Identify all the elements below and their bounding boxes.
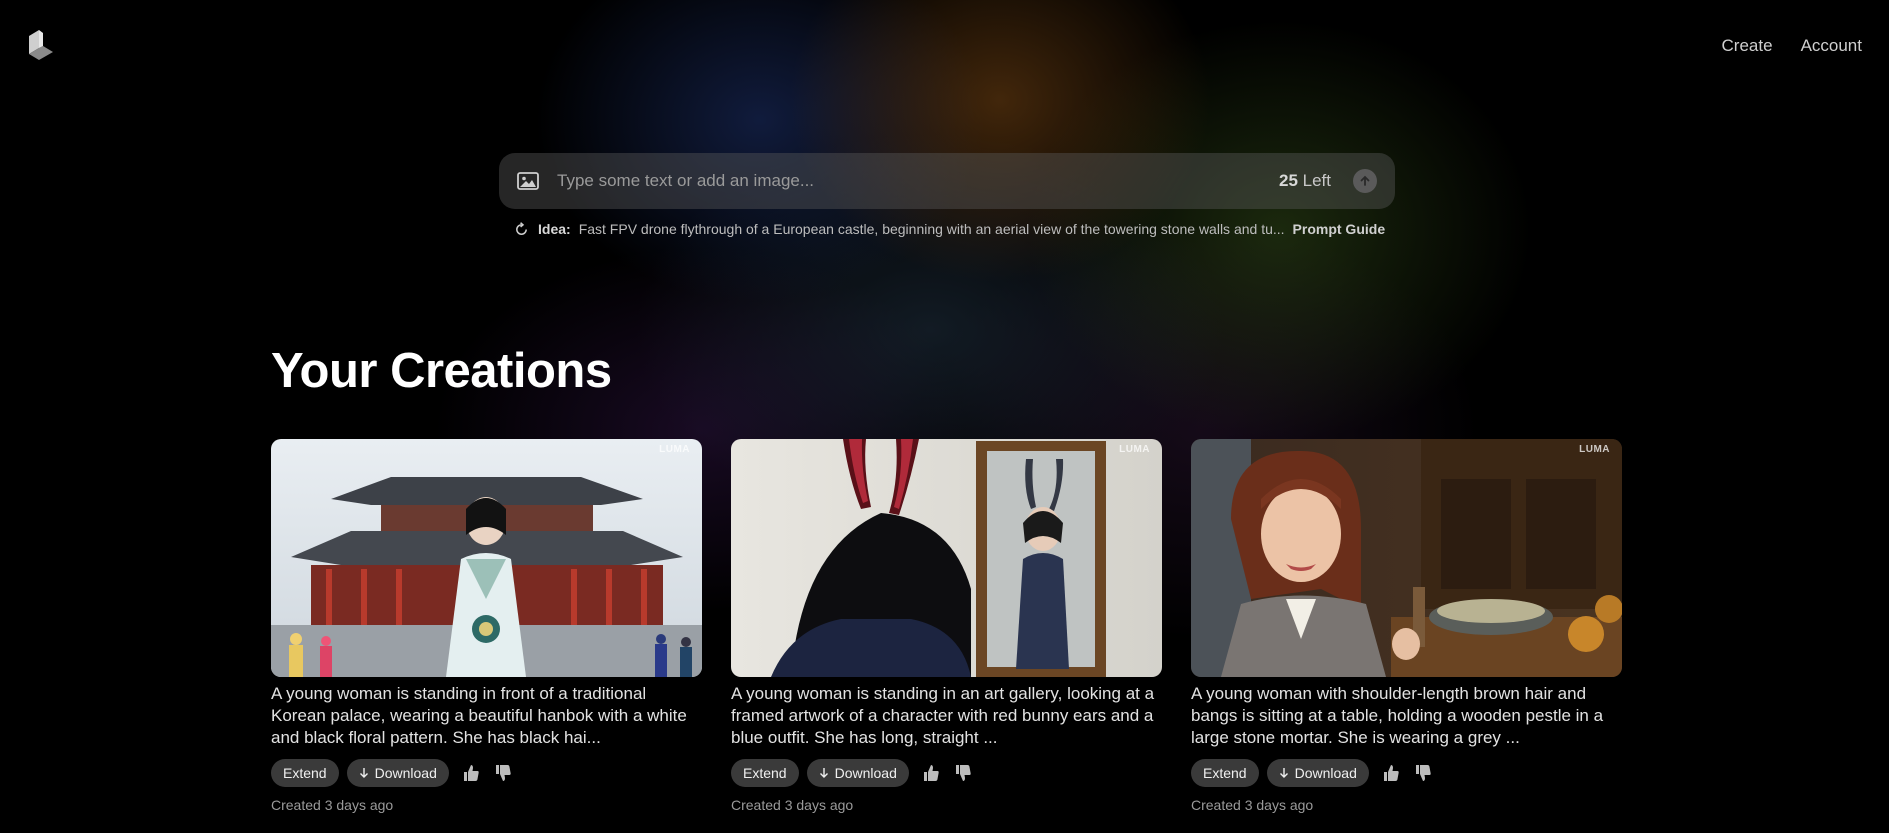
idea-label: Idea:	[538, 221, 571, 237]
kitchen-scene-image	[1191, 439, 1622, 677]
video-thumbnail[interactable]: LUMA	[1191, 439, 1622, 677]
extend-button[interactable]: Extend	[1191, 759, 1259, 787]
creation-caption: A young woman with shoulder-length brown…	[1191, 684, 1604, 747]
prompt-bar: 25 Left	[499, 153, 1395, 209]
idea-row: Idea: Fast FPV drone flythrough of a Eur…	[514, 221, 1394, 237]
creation-card: LUMA A young woman is standing in front …	[271, 439, 702, 813]
thumbs-up-icon[interactable]	[921, 763, 941, 783]
video-thumbnail[interactable]: LUMA	[731, 439, 1162, 677]
creations-grid: LUMA A young woman is standing in front …	[271, 439, 1622, 813]
nav-account-link[interactable]: Account	[1801, 36, 1862, 56]
creation-card: LUMA A young woman with shoulder-length …	[1191, 439, 1622, 813]
creation-actions: Extend Download	[731, 759, 1162, 787]
thumbs-down-icon[interactable]	[1413, 763, 1433, 783]
luma-watermark: LUMA	[1579, 444, 1610, 455]
extend-button[interactable]: Extend	[731, 759, 799, 787]
extend-button[interactable]: Extend	[271, 759, 339, 787]
submit-button[interactable]	[1353, 169, 1377, 193]
refresh-icon[interactable]	[514, 221, 529, 237]
image-icon[interactable]	[517, 172, 539, 190]
download-button[interactable]: Download	[346, 759, 449, 787]
page-title: Your Creations	[271, 344, 612, 398]
luma-watermark: LUMA	[1119, 444, 1150, 455]
thumbs-up-icon[interactable]	[461, 763, 481, 783]
palace-scene-image	[271, 439, 702, 677]
credits-remaining: 25 Left	[1279, 171, 1331, 191]
creation-actions: Extend Download	[1191, 759, 1622, 787]
creation-actions: Extend Download	[271, 759, 702, 787]
arrow-down-icon	[1279, 768, 1288, 778]
creation-caption: A young woman is standing in an art gall…	[731, 684, 1155, 747]
creation-card: LUMA A young woman is standing in an art…	[731, 439, 1162, 813]
idea-text[interactable]: Fast FPV drone flythrough of a European …	[579, 221, 1285, 237]
video-thumbnail[interactable]: LUMA	[271, 439, 702, 677]
created-timestamp: Created 3 days ago	[271, 797, 394, 813]
top-nav: Create Account	[1722, 36, 1862, 56]
credits-label: Left	[1302, 171, 1331, 190]
gallery-scene-image	[731, 439, 1162, 677]
arrow-up-icon	[1360, 175, 1370, 186]
download-button[interactable]: Download	[806, 759, 909, 787]
luma-watermark: LUMA	[659, 444, 690, 455]
created-timestamp: Created 3 days ago	[1191, 797, 1314, 813]
thumbs-up-icon[interactable]	[1381, 763, 1401, 783]
nav-create-link[interactable]: Create	[1722, 36, 1773, 56]
thumbs-down-icon[interactable]	[953, 763, 973, 783]
prompt-guide-link[interactable]: Prompt Guide	[1293, 221, 1386, 237]
download-label: Download	[1294, 765, 1357, 781]
arrow-down-icon	[819, 768, 828, 778]
creation-caption: A young woman is standing in front of a …	[271, 684, 687, 747]
created-timestamp: Created 3 days ago	[731, 797, 854, 813]
thumbs-down-icon[interactable]	[493, 763, 513, 783]
download-label: Download	[834, 765, 897, 781]
download-button[interactable]: Download	[1266, 759, 1369, 787]
arrow-down-icon	[359, 768, 368, 778]
prompt-input[interactable]	[555, 170, 1279, 192]
download-label: Download	[374, 765, 437, 781]
luma-logo-icon[interactable]	[29, 30, 55, 60]
credits-count: 25	[1278, 171, 1298, 190]
